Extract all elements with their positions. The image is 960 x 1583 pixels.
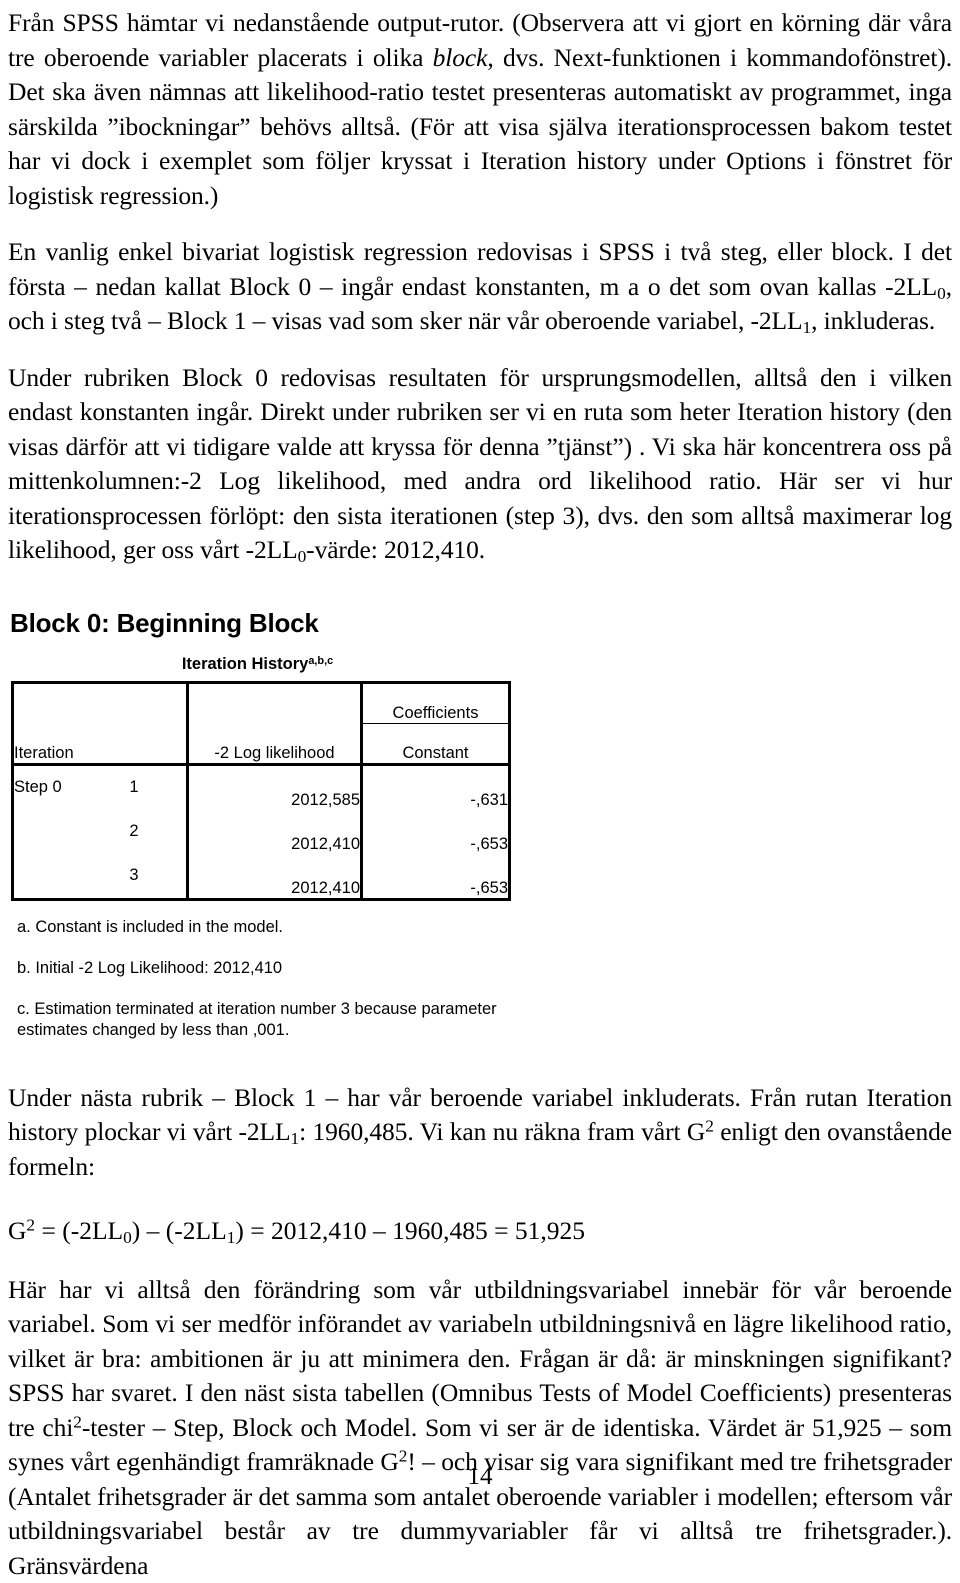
- spss-block-heading: Block 0: Beginning Block: [10, 608, 952, 639]
- row-cell-constant-3: -,653: [362, 854, 510, 900]
- spss-table-title-footnote-markers: a,b,c: [308, 655, 333, 667]
- paragraph-block1-text-b: : 1960,485. Vi kan nu räkna fram vårt G: [299, 1117, 705, 1146]
- spacer: [8, 568, 952, 602]
- table-row: 2 2012,410 -,653: [13, 810, 510, 854]
- row-cell-step-iteration-3: 3: [13, 854, 188, 900]
- paragraph-intro: Från SPSS hämtar vi nedanstående output-…: [8, 6, 952, 213]
- document-page: Från SPSS hämtar vi nedanstående output-…: [0, 0, 960, 1509]
- paragraph-block1-explanation: Under nästa rubrik – Block 1 – har vår b…: [8, 1081, 952, 1185]
- row-cell-log-likelihood-1: 2012,585: [188, 764, 362, 810]
- header-cell-constant: Constant: [362, 723, 510, 764]
- row-iteration-number-2: 2: [106, 822, 162, 841]
- superscript-two-a: 2: [705, 1117, 714, 1136]
- row-cell-step-iteration-2: 2: [13, 810, 188, 854]
- spss-table-title-text: Iteration History: [182, 655, 309, 673]
- paragraph-conclusion: Här har vi alltså den förändring som vår…: [8, 1273, 952, 1583]
- spss-table-title: Iteration Historya,b,c: [8, 655, 505, 674]
- header-label-log-likelihood: -2 Log likelihood: [214, 744, 334, 762]
- table-footnote-a: a. Constant is included in the model.: [17, 917, 537, 938]
- spss-output-block-0: Block 0: Beginning Block Iteration Histo…: [8, 608, 952, 1041]
- paragraph-blocks-text-c: , inkluderas.: [811, 306, 935, 335]
- subscript-one-b: 1: [291, 1129, 300, 1148]
- paragraph-intro-emphasis: block: [433, 43, 488, 72]
- subscript-one-a: 1: [803, 318, 812, 337]
- paragraph-block0-explanation: Under rubriken Block 0 redovisas resulta…: [8, 361, 952, 568]
- iteration-history-table: Iteration -2 Log likelihood Coefficients…: [11, 681, 511, 901]
- row-step-iteration-wrap-3: 3: [14, 854, 186, 898]
- paragraph-blocks-text-a: En vanlig enkel bivariat logistisk regre…: [8, 237, 952, 301]
- header-label-constant: Constant: [402, 744, 468, 762]
- row-cell-log-likelihood-2: 2012,410: [188, 810, 362, 854]
- table-header-row-group: Iteration -2 Log likelihood Coefficients: [13, 682, 510, 723]
- paragraph-block0-text-a: Under rubriken Block 0 redovisas resulta…: [8, 363, 952, 565]
- header-label-coefficients: Coefficients: [393, 704, 479, 722]
- formula-eq-part-2: ) – (-2LL: [132, 1216, 227, 1245]
- row-iteration-number-3: 3: [106, 866, 162, 885]
- table-row: Step 0 1 2012,585 -,631: [13, 764, 510, 810]
- row-step-iteration-wrap-2: 2: [14, 810, 186, 854]
- formula-g-exponent: 2: [26, 1216, 35, 1235]
- superscript-two-b: 2: [73, 1412, 82, 1431]
- g-squared-formula: G2 = (-2LL0) – (-2LL1) = 2012,410 – 1960…: [8, 1214, 952, 1249]
- table-footnote-c: c. Estimation terminated at iteration nu…: [17, 999, 537, 1041]
- spacer: [8, 1249, 952, 1273]
- row-cell-step-iteration-1: Step 0 1: [13, 764, 188, 810]
- spacer: [8, 1184, 952, 1214]
- header-cell-log-likelihood: -2 Log likelihood: [188, 682, 362, 764]
- paragraph-block0-text-b: -värde: 2012,410.: [306, 535, 485, 564]
- row-cell-log-likelihood-3: 2012,410: [188, 854, 362, 900]
- header-cell-coefficients-group: Coefficients: [362, 682, 510, 723]
- subscript-zero-a: 0: [937, 283, 946, 302]
- formula-g-symbol: G: [8, 1216, 26, 1245]
- row-step-label-1: Step 0: [14, 778, 106, 797]
- row-cell-constant-1: -,631: [362, 764, 510, 810]
- row-cell-constant-2: -,653: [362, 810, 510, 854]
- spacer: [8, 1041, 952, 1081]
- table-footnotes: a. Constant is included in the model. b.…: [17, 917, 537, 1041]
- paragraph-blocks-overview: En vanlig enkel bivariat logistisk regre…: [8, 235, 952, 339]
- subscript-zero-b: 0: [298, 547, 307, 566]
- row-iteration-number-1: 1: [106, 778, 162, 797]
- row-step-iteration-wrap-1: Step 0 1: [14, 766, 186, 810]
- table-footnote-b: b. Initial -2 Log Likelihood: 2012,410: [17, 958, 537, 979]
- page-number: 14: [0, 1463, 960, 1491]
- formula-subscript-zero: 0: [123, 1228, 132, 1247]
- formula-eq-part-3: ) = 2012,410 – 1960,485 = 51,925: [235, 1216, 585, 1245]
- table-row: 3 2012,410 -,653: [13, 854, 510, 900]
- header-label-iteration: Iteration: [14, 744, 74, 762]
- header-cell-iteration: Iteration: [13, 682, 188, 764]
- formula-eq-part-1: = (-2LL: [35, 1216, 123, 1245]
